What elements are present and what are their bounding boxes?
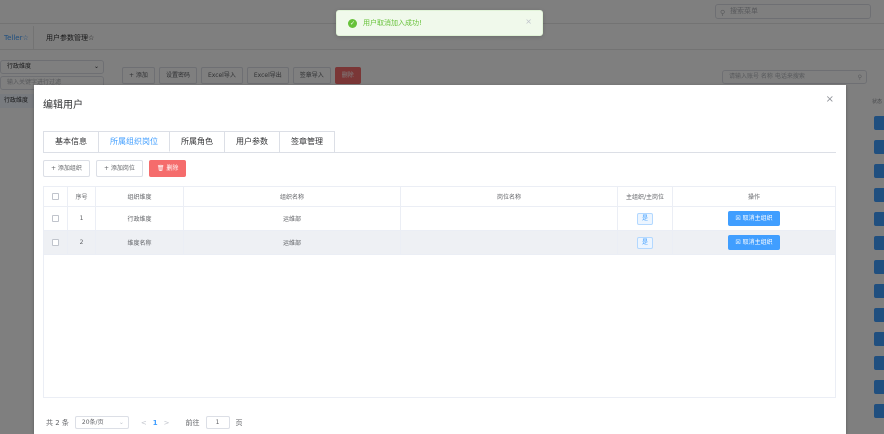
row-dimension: 维度名称 — [96, 231, 184, 254]
cancel-main-org-button[interactable]: ☒ 取消主组织 — [728, 235, 780, 250]
tab-org-post[interactable]: 所属组织岗位 — [99, 132, 170, 152]
cancel-main-org-label: 取消主组织 — [742, 215, 773, 222]
close-icon[interactable]: × — [525, 17, 532, 26]
page-size-select[interactable]: 20条/页 ⌄ — [74, 416, 129, 429]
col-org: 组织名称 — [184, 187, 401, 206]
cancel-main-org-button[interactable]: ☒ 取消主组织 — [728, 211, 780, 226]
page-size-value: 20条/页 — [81, 419, 104, 426]
col-main: 主组织/主岗位 — [618, 187, 673, 206]
dialog-tabs: 基本信息 所属组织岗位 所属角色 用户参数 签章管理 — [43, 131, 335, 152]
add-post-button[interactable]: + 添加岗位 — [95, 160, 143, 177]
tab-signature[interactable]: 签章管理 — [280, 132, 334, 152]
main-org-badge: 是 — [637, 236, 653, 249]
col-post: 岗位名称 — [401, 187, 618, 206]
row-index: 1 — [68, 207, 96, 230]
row-org: 运维部 — [184, 207, 401, 230]
row-select-cell — [44, 207, 68, 230]
row-index: 2 — [68, 231, 96, 254]
dialog-title: 编辑用户 — [43, 100, 83, 111]
row-main-cell: 是 — [618, 231, 673, 254]
tab-user-params[interactable]: 用户参数 — [225, 132, 280, 152]
goto-label: 前往 — [185, 418, 200, 427]
row-dimension: 行政维度 — [96, 207, 184, 230]
success-toast: ✓ 用户取消加入成功! × — [336, 10, 543, 36]
row-action-cell: ☒ 取消主组织 — [673, 207, 835, 230]
main-org-badge: 是 — [637, 212, 653, 225]
tab-roles[interactable]: 所属角色 — [170, 132, 225, 152]
row-org: 运维部 — [184, 231, 401, 254]
col-dimension: 组织维度 — [96, 187, 184, 206]
select-all-cell — [44, 187, 68, 206]
pagination: 共 2 条 20条/页 ⌄ < 1 > 前往 1 页 — [46, 416, 243, 429]
tabs-divider — [43, 152, 836, 153]
prev-page-button[interactable]: < — [141, 419, 147, 427]
add-org-button[interactable]: + 添加组织 — [43, 160, 90, 177]
chevron-down-icon: ⌄ — [118, 419, 124, 426]
table-row: 2 维度名称 运维部 是 ☒ 取消主组织 — [44, 231, 835, 255]
dialog-toolbar: + 添加组织 + 添加岗位 🗑 删除 — [43, 160, 187, 177]
row-checkbox[interactable] — [52, 239, 59, 246]
col-action: 操作 — [747, 194, 760, 201]
delete-org-button[interactable]: 🗑 删除 — [148, 160, 187, 177]
row-post — [401, 207, 618, 230]
org-table: 序号 组织维度 组织名称 岗位名称 主组织/主岗位 操作 1 行政维度 运维部 … — [43, 186, 836, 398]
check-circle-icon: ✓ — [348, 19, 357, 28]
delete-label: 删除 — [166, 165, 179, 172]
next-page-button[interactable]: > — [164, 419, 170, 427]
toast-message: 用户取消加入成功! — [363, 19, 422, 27]
select-all-checkbox[interactable] — [52, 193, 59, 200]
table-row: 1 行政维度 运维部 是 ☒ 取消主组织 — [44, 207, 835, 231]
page-unit-label: 页 — [235, 418, 243, 427]
page-number[interactable]: 1 — [153, 419, 158, 427]
cancel-main-org-label: 取消主组织 — [742, 239, 773, 246]
table-header: 序号 组织维度 组织名称 岗位名称 主组织/主岗位 操作 — [44, 187, 835, 207]
tab-basic-info[interactable]: 基本信息 — [44, 132, 99, 152]
row-checkbox[interactable] — [52, 215, 59, 222]
close-icon[interactable]: × — [826, 94, 834, 105]
total-count: 共 2 条 — [46, 418, 69, 427]
row-main-cell: 是 — [618, 207, 673, 230]
goto-page-input[interactable]: 1 — [205, 416, 230, 429]
row-select-cell — [44, 231, 68, 254]
row-post — [401, 231, 618, 254]
row-action-cell: ☒ 取消主组织 — [673, 231, 835, 254]
edit-user-dialog: 编辑用户 × 基本信息 所属组织岗位 所属角色 用户参数 签章管理 + 添加组织… — [34, 85, 846, 434]
col-index: 序号 — [68, 187, 96, 206]
